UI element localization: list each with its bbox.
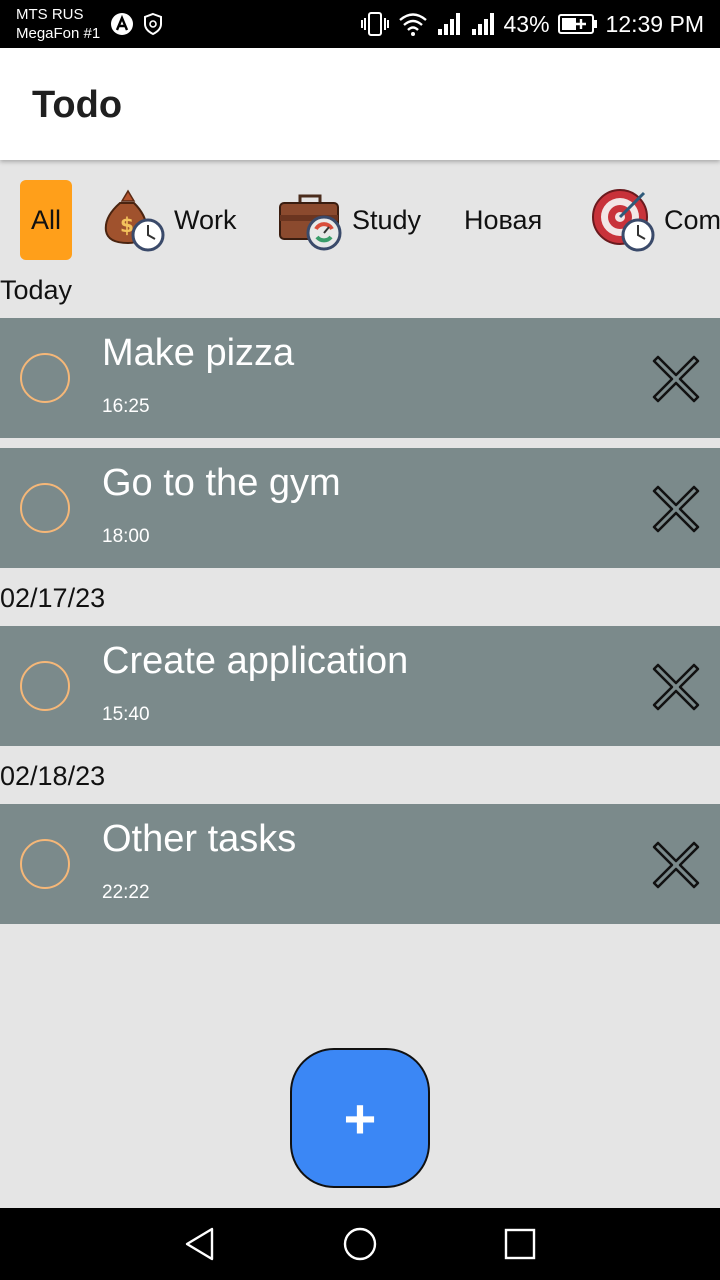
- category-label: All: [30, 204, 61, 235]
- category-label: Work: [174, 204, 237, 235]
- task-time: 16:25: [102, 396, 150, 417]
- category-label: Study: [352, 204, 422, 235]
- carrier-info: MTS RUS MegaFon #1: [16, 5, 100, 43]
- task-complete-checkbox[interactable]: [20, 483, 70, 533]
- task-complete-checkbox[interactable]: [20, 661, 70, 711]
- carrier-1: MTS RUS: [16, 6, 84, 23]
- section-header: 02/18/23: [0, 761, 106, 791]
- status-bar: MTS RUS MegaFon #1 43% 12:39 PM: [0, 0, 720, 48]
- section-header: Today: [0, 275, 73, 305]
- wifi-icon: [398, 13, 427, 36]
- system-nav-bar: [0, 1208, 720, 1280]
- task-title: Create application: [102, 640, 409, 682]
- target-clock-icon: [592, 189, 655, 252]
- home-icon[interactable]: [342, 1226, 378, 1262]
- category-study[interactable]: Study: [278, 178, 421, 262]
- task-time: 18:00: [102, 526, 150, 547]
- signal-1-icon: [437, 13, 460, 35]
- vibrate-icon: [360, 12, 389, 36]
- add-task-button[interactable]: +: [290, 1048, 430, 1188]
- clock: 12:39 PM: [605, 10, 704, 37]
- category-new[interactable]: Новая: [464, 178, 542, 262]
- task-time: 15:40: [102, 704, 150, 725]
- delete-icon[interactable]: [652, 485, 700, 533]
- battery-charging-icon: [557, 14, 597, 34]
- delete-icon[interactable]: [652, 663, 700, 711]
- category-chips: All $ Work Study Новая Com: [0, 178, 720, 262]
- task-item[interactable]: Make pizza 16:25: [0, 318, 720, 438]
- recents-icon[interactable]: [502, 1226, 538, 1262]
- task-item[interactable]: Go to the gym 18:00: [0, 448, 720, 568]
- app-a-icon: [111, 13, 133, 35]
- section-header: 02/17/23: [0, 583, 106, 613]
- category-label: Com: [664, 204, 720, 235]
- delete-icon[interactable]: [652, 841, 700, 889]
- carrier-2: MegaFon #1: [16, 25, 101, 42]
- signal-2-icon: [471, 13, 494, 35]
- back-icon[interactable]: [182, 1226, 218, 1262]
- money-bag-clock-icon: $: [104, 189, 165, 252]
- task-title: Other tasks: [102, 818, 297, 860]
- task-title: Make pizza: [102, 332, 295, 374]
- page-title: Todo: [32, 84, 123, 126]
- category-work[interactable]: $ Work: [100, 178, 237, 262]
- shield-icon: [144, 12, 162, 36]
- task-item[interactable]: Create application 15:40: [0, 626, 720, 746]
- category-all[interactable]: All: [20, 180, 72, 260]
- category-com[interactable]: Com: [590, 178, 720, 262]
- task-item[interactable]: Other tasks 22:22: [0, 804, 720, 924]
- battery-percent: 43%: [503, 10, 550, 37]
- delete-icon[interactable]: [652, 355, 700, 403]
- plus-icon: +: [343, 1086, 377, 1150]
- app-bar: Todo: [0, 48, 720, 160]
- task-complete-checkbox[interactable]: [20, 839, 70, 889]
- task-title: Go to the gym: [102, 462, 341, 504]
- briefcase-clock-icon: [279, 194, 342, 251]
- task-complete-checkbox[interactable]: [20, 353, 70, 403]
- category-label: Новая: [464, 204, 543, 235]
- task-time: 22:22: [102, 882, 150, 903]
